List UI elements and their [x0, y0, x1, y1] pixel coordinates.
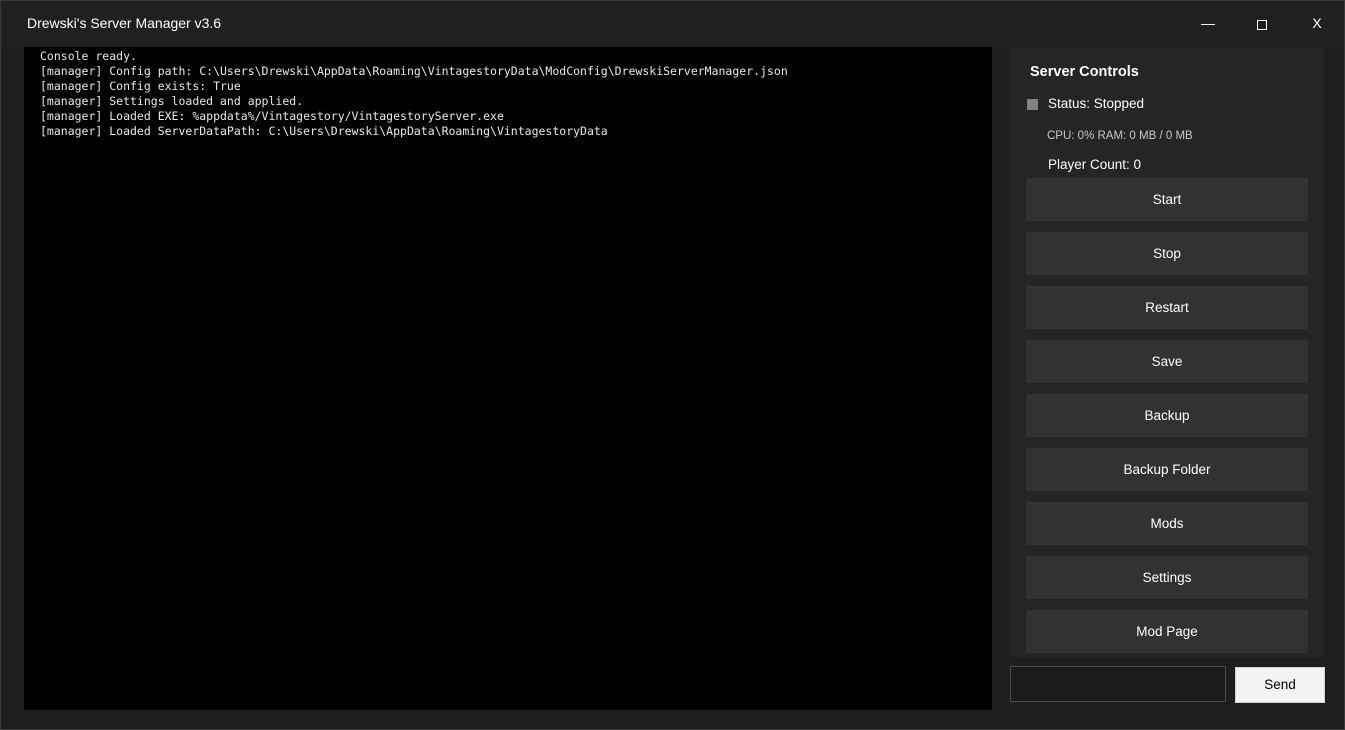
- minimize-icon: [1201, 24, 1215, 25]
- send-button[interactable]: Send: [1235, 667, 1325, 703]
- maximize-icon: [1257, 20, 1267, 30]
- mod-page-button[interactable]: Mod Page: [1026, 610, 1308, 653]
- status-indicator: [1027, 99, 1038, 110]
- save-button[interactable]: Save: [1026, 340, 1308, 383]
- backup-folder-button[interactable]: Backup Folder: [1026, 448, 1308, 491]
- close-icon: X: [1312, 15, 1322, 31]
- console-log: Console ready. [manager] Config path: C:\…: [40, 49, 788, 139]
- console-output[interactable]: Console ready. [manager] Config path: C:\…: [24, 47, 992, 710]
- command-input[interactable]: [1010, 666, 1226, 702]
- console-line: [manager] Config path: C:\Users\Drewski\…: [40, 64, 788, 78]
- settings-button[interactable]: Settings: [1026, 556, 1308, 599]
- console-line: [manager] Config exists: True: [40, 79, 241, 93]
- close-button[interactable]: X: [1290, 1, 1344, 47]
- minimize-button[interactable]: [1181, 1, 1235, 47]
- app-window: Drewski's Server Manager v3.6 X Console …: [0, 0, 1345, 730]
- restart-button[interactable]: Restart: [1026, 286, 1308, 329]
- title-bar[interactable]: Drewski's Server Manager v3.6 X: [1, 1, 1344, 47]
- window-title: Drewski's Server Manager v3.6: [27, 15, 222, 31]
- player-count: Player Count: 0: [1048, 157, 1142, 172]
- mods-button[interactable]: Mods: [1026, 502, 1308, 545]
- start-button[interactable]: Start: [1026, 178, 1308, 221]
- resource-metrics: CPU: 0% RAM: 0 MB / 0 MB: [1047, 130, 1193, 142]
- console-line: [manager] Settings loaded and applied.: [40, 94, 304, 108]
- console-line: Console ready.: [40, 49, 137, 63]
- console-line: [manager] Loaded ServerDataPath: C:\User…: [40, 124, 608, 138]
- status-text: Status: Stopped: [1048, 96, 1145, 111]
- stop-button[interactable]: Stop: [1026, 232, 1308, 275]
- console-line: [manager] Loaded EXE: %appdata%/Vintages…: [40, 109, 504, 123]
- panel-title: Server Controls: [1030, 64, 1139, 80]
- server-controls-panel: Server Controls Status: Stopped CPU: 0% …: [1010, 47, 1324, 657]
- maximize-button[interactable]: [1235, 1, 1289, 47]
- backup-button[interactable]: Backup: [1026, 394, 1308, 437]
